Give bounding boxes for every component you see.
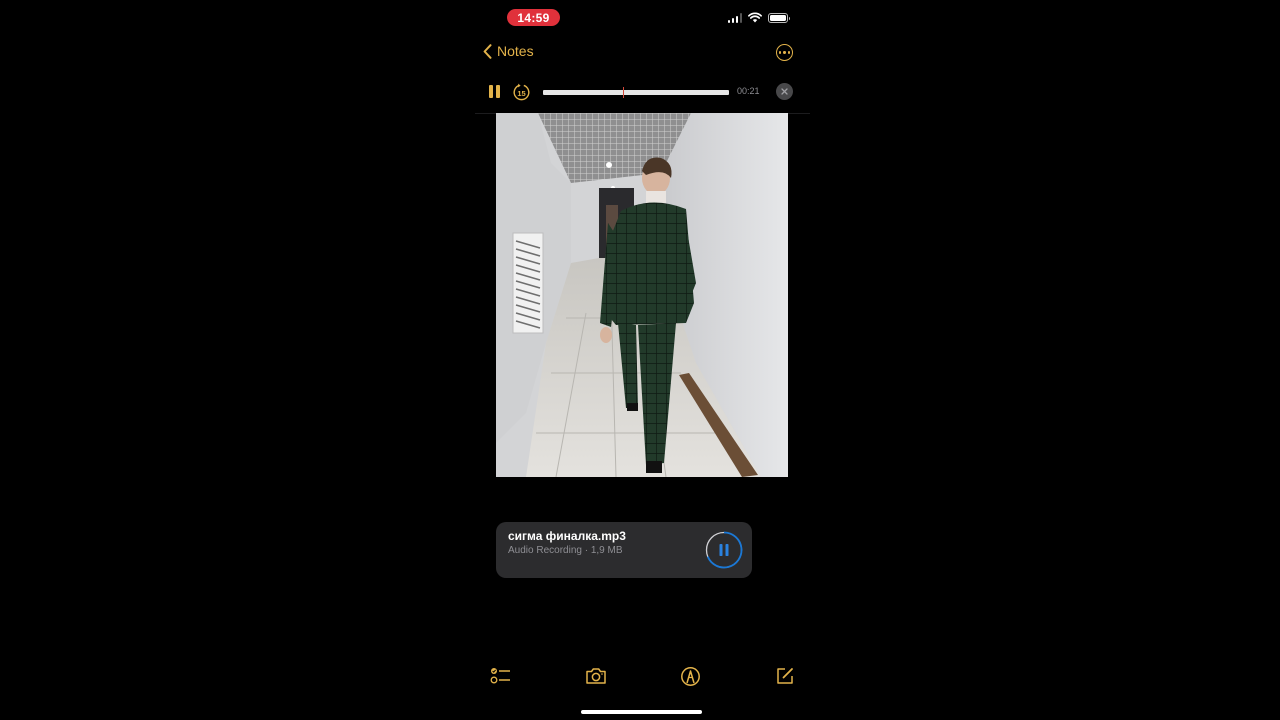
home-indicator[interactable] <box>581 710 702 714</box>
ellipsis-circle-icon <box>778 51 782 54</box>
notes-app-screen: 14:59 Notes 15 00:21 сигма финалка.mp3 A… <box>475 0 810 720</box>
battery-icon <box>768 12 790 23</box>
note-image[interactable] <box>496 113 788 477</box>
playhead[interactable] <box>622 87 625 98</box>
markup-button[interactable] <box>680 666 701 687</box>
bottom-toolbar <box>475 664 810 690</box>
checklist-button[interactable] <box>490 666 512 686</box>
attachment-pause-button[interactable] <box>705 531 743 569</box>
player-pause-button[interactable] <box>489 85 501 99</box>
back-button-label: Notes <box>497 43 534 59</box>
playback-scrubber[interactable] <box>543 87 729 98</box>
cellular-signal-icon <box>727 12 742 23</box>
close-player-button[interactable] <box>776 83 793 100</box>
more-options-button[interactable] <box>776 44 793 61</box>
markup-pen-icon <box>681 667 700 686</box>
hallway-photo <box>496 113 788 477</box>
compose-icon <box>777 668 793 684</box>
audio-mini-player: 15 00:21 <box>475 80 810 104</box>
attachment-subtitle: Audio Recording · 1,9 MB <box>508 545 623 556</box>
navigation-bar: Notes <box>475 40 810 68</box>
close-icon <box>781 88 788 95</box>
camera-button[interactable] <box>585 666 607 686</box>
attachment-title: сигма финалка.mp3 <box>508 529 626 543</box>
pause-icon <box>489 85 493 98</box>
audio-attachment-card[interactable]: сигма финалка.mp3 Audio Recording · 1,9 … <box>496 522 752 578</box>
skip-back-15-button[interactable]: 15 <box>512 83 531 102</box>
status-icons <box>727 12 790 23</box>
pause-icon <box>719 544 729 556</box>
checklist-icon <box>490 668 510 684</box>
compose-button[interactable] <box>775 666 795 686</box>
skip-back-seconds: 15 <box>517 89 525 98</box>
status-time-pill[interactable]: 14:59 <box>507 9 560 26</box>
elapsed-time: 00:21 <box>737 86 760 96</box>
camera-icon <box>586 668 606 684</box>
wifi-icon <box>748 12 762 23</box>
chevron-left-icon <box>483 43 492 59</box>
rewind-arrow-icon <box>518 83 521 88</box>
progress-ring <box>706 531 743 569</box>
back-button[interactable]: Notes <box>483 43 534 59</box>
